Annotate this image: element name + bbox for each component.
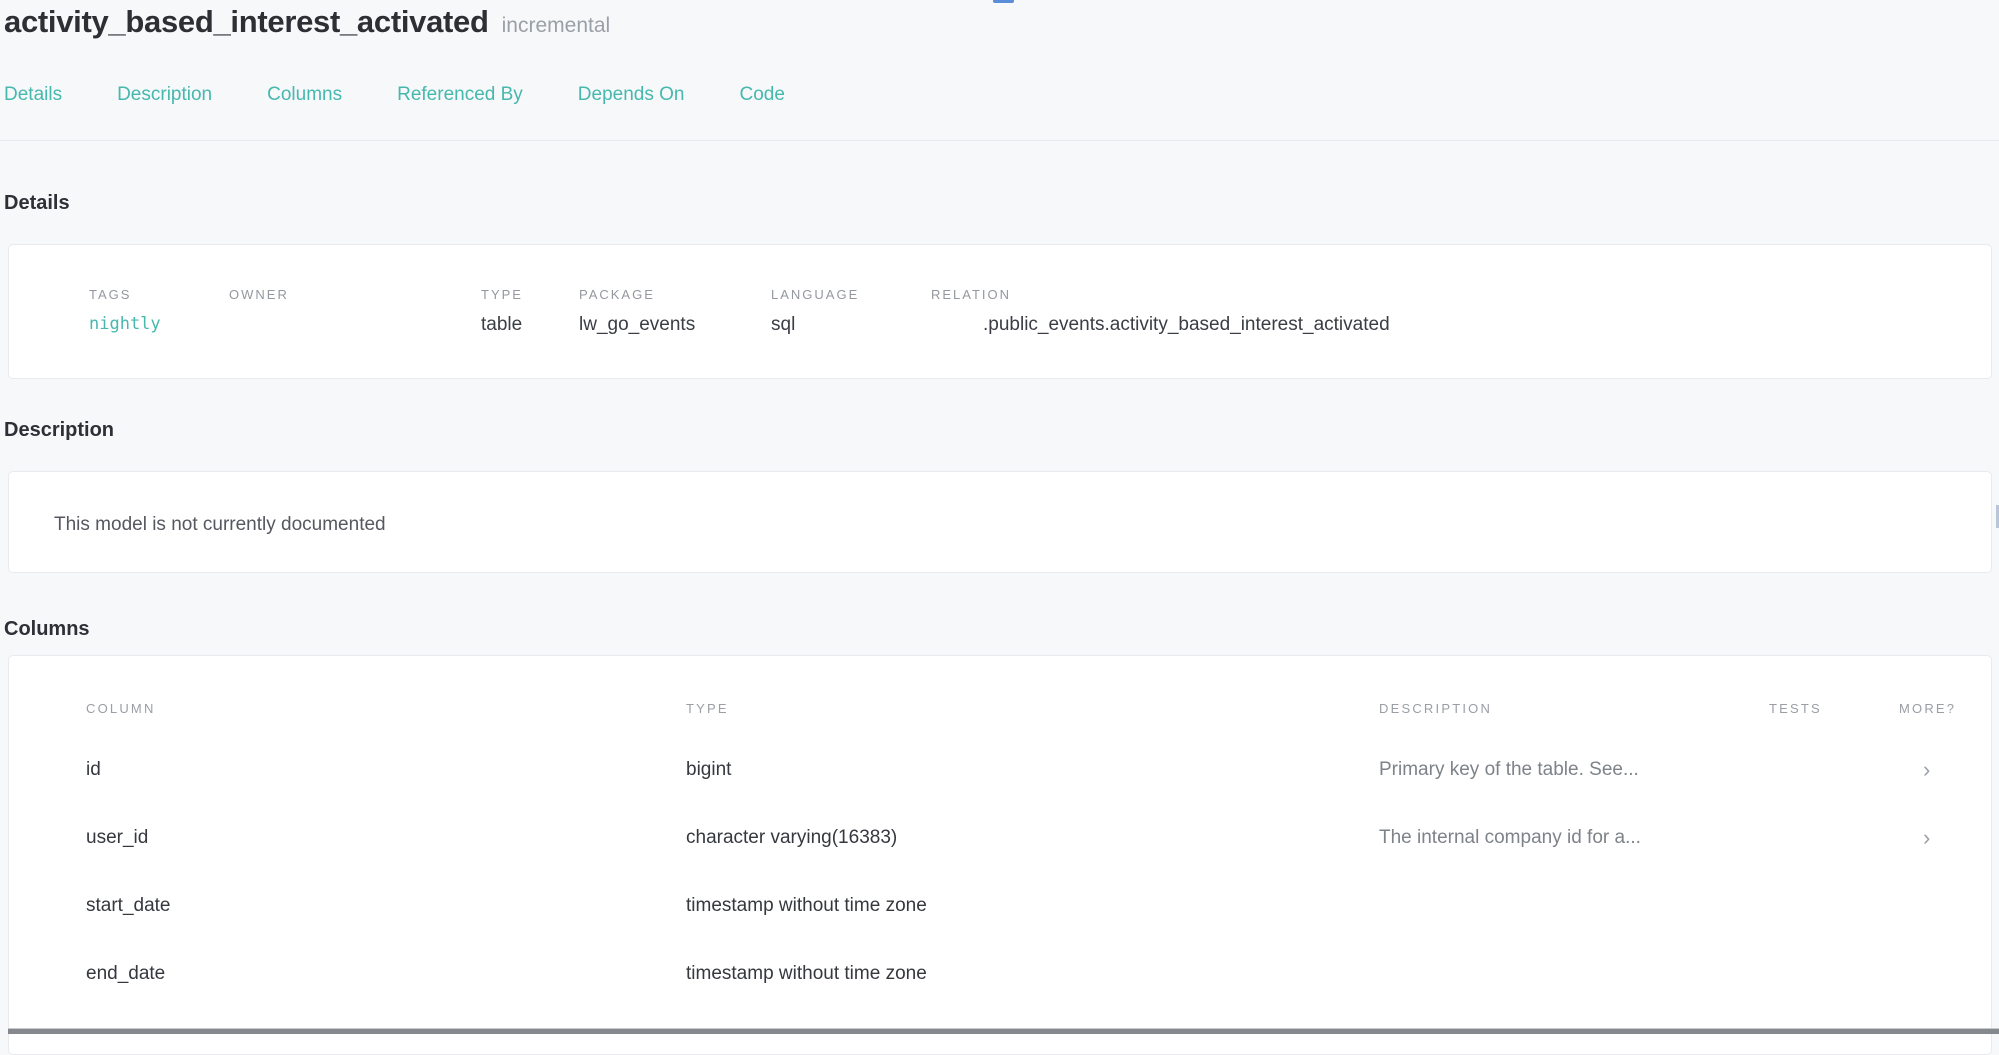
table-row-start-date[interactable]: start_date timestamp without time zone	[86, 872, 1991, 940]
nav-link-description[interactable]: Description	[117, 84, 212, 106]
detail-value-package: lw_go_events	[579, 314, 771, 336]
detail-label-owner: OWNER	[229, 287, 481, 302]
details-card: TAGS nightly OWNER TYPE table PACKAGE lw…	[8, 244, 1992, 379]
detail-value-type: table	[481, 314, 579, 336]
detail-field-package: PACKAGE lw_go_events	[579, 287, 771, 378]
chevron-right-icon[interactable]: ›	[1899, 759, 1991, 781]
page-header: activity_based_interest_activated increm…	[4, 0, 1999, 40]
model-docs-page: activity_based_interest_activated increm…	[0, 0, 1999, 1055]
column-header-column: COLUMN	[86, 701, 686, 716]
column-header-type: TYPE	[686, 701, 1379, 716]
page-title: activity_based_interest_activated	[4, 4, 489, 40]
description-section-title: Description	[4, 419, 1999, 442]
column-header-description: DESCRIPTION	[1379, 701, 1769, 716]
column-description: Primary key of the table. See...	[1379, 759, 1769, 781]
column-type: timestamp without time zone	[686, 963, 1379, 985]
nav-divider	[0, 140, 1999, 141]
nav-link-depends-on[interactable]: Depends On	[578, 84, 685, 106]
description-text: This model is not currently documented	[54, 514, 1991, 536]
column-description: The internal company id for a...	[1379, 827, 1769, 849]
column-name: start_date	[86, 895, 686, 917]
columns-table-header: COLUMN TYPE DESCRIPTION TESTS MORE?	[86, 701, 1991, 716]
anchor-nav: Details Description Columns Referenced B…	[4, 84, 1999, 106]
detail-label-type: TYPE	[481, 287, 579, 302]
description-card: This model is not currently documented	[8, 471, 1992, 573]
detail-label-package: PACKAGE	[579, 287, 771, 302]
column-name: id	[86, 759, 686, 781]
detail-field-relation: RELATION .public_events.activity_based_i…	[931, 287, 1991, 378]
columns-section-title: Columns	[4, 618, 1999, 641]
column-name: user_id	[86, 827, 686, 849]
table-row-user-id[interactable]: user_id character varying(16383) The int…	[86, 804, 1991, 872]
nav-link-columns[interactable]: Columns	[267, 84, 342, 106]
details-section-title: Details	[4, 192, 1999, 215]
column-type: character varying(16383)	[686, 827, 1379, 849]
clipped-element-bottom	[8, 1028, 1999, 1034]
detail-label-relation: RELATION	[931, 287, 1991, 302]
column-header-more: MORE?	[1899, 701, 1991, 716]
nav-link-referenced-by[interactable]: Referenced By	[397, 84, 523, 106]
clipped-element-top	[993, 0, 1014, 3]
detail-value-language: sql	[771, 314, 931, 336]
detail-label-tags: TAGS	[89, 287, 229, 302]
table-row-id[interactable]: id bigint Primary key of the table. See.…	[86, 736, 1991, 804]
detail-value-relation: .public_events.activity_based_interest_a…	[931, 314, 1991, 336]
detail-field-type: TYPE table	[481, 287, 579, 378]
tag-link-nightly[interactable]: nightly	[89, 314, 229, 334]
materialization-badge: incremental	[502, 14, 611, 38]
column-type: timestamp without time zone	[686, 895, 1379, 917]
nav-link-code[interactable]: Code	[739, 84, 784, 106]
nav-link-details[interactable]: Details	[4, 84, 62, 106]
column-name: end_date	[86, 963, 686, 985]
columns-card: COLUMN TYPE DESCRIPTION TESTS MORE? id b…	[8, 655, 1992, 1055]
detail-field-tags: TAGS nightly	[89, 287, 229, 378]
column-header-tests: TESTS	[1769, 701, 1899, 716]
detail-field-owner: OWNER	[229, 287, 481, 378]
chevron-right-icon[interactable]: ›	[1899, 827, 1991, 849]
detail-field-language: LANGUAGE sql	[771, 287, 931, 378]
detail-label-language: LANGUAGE	[771, 287, 931, 302]
column-type: bigint	[686, 759, 1379, 781]
table-row-end-date[interactable]: end_date timestamp without time zone	[86, 940, 1991, 1008]
